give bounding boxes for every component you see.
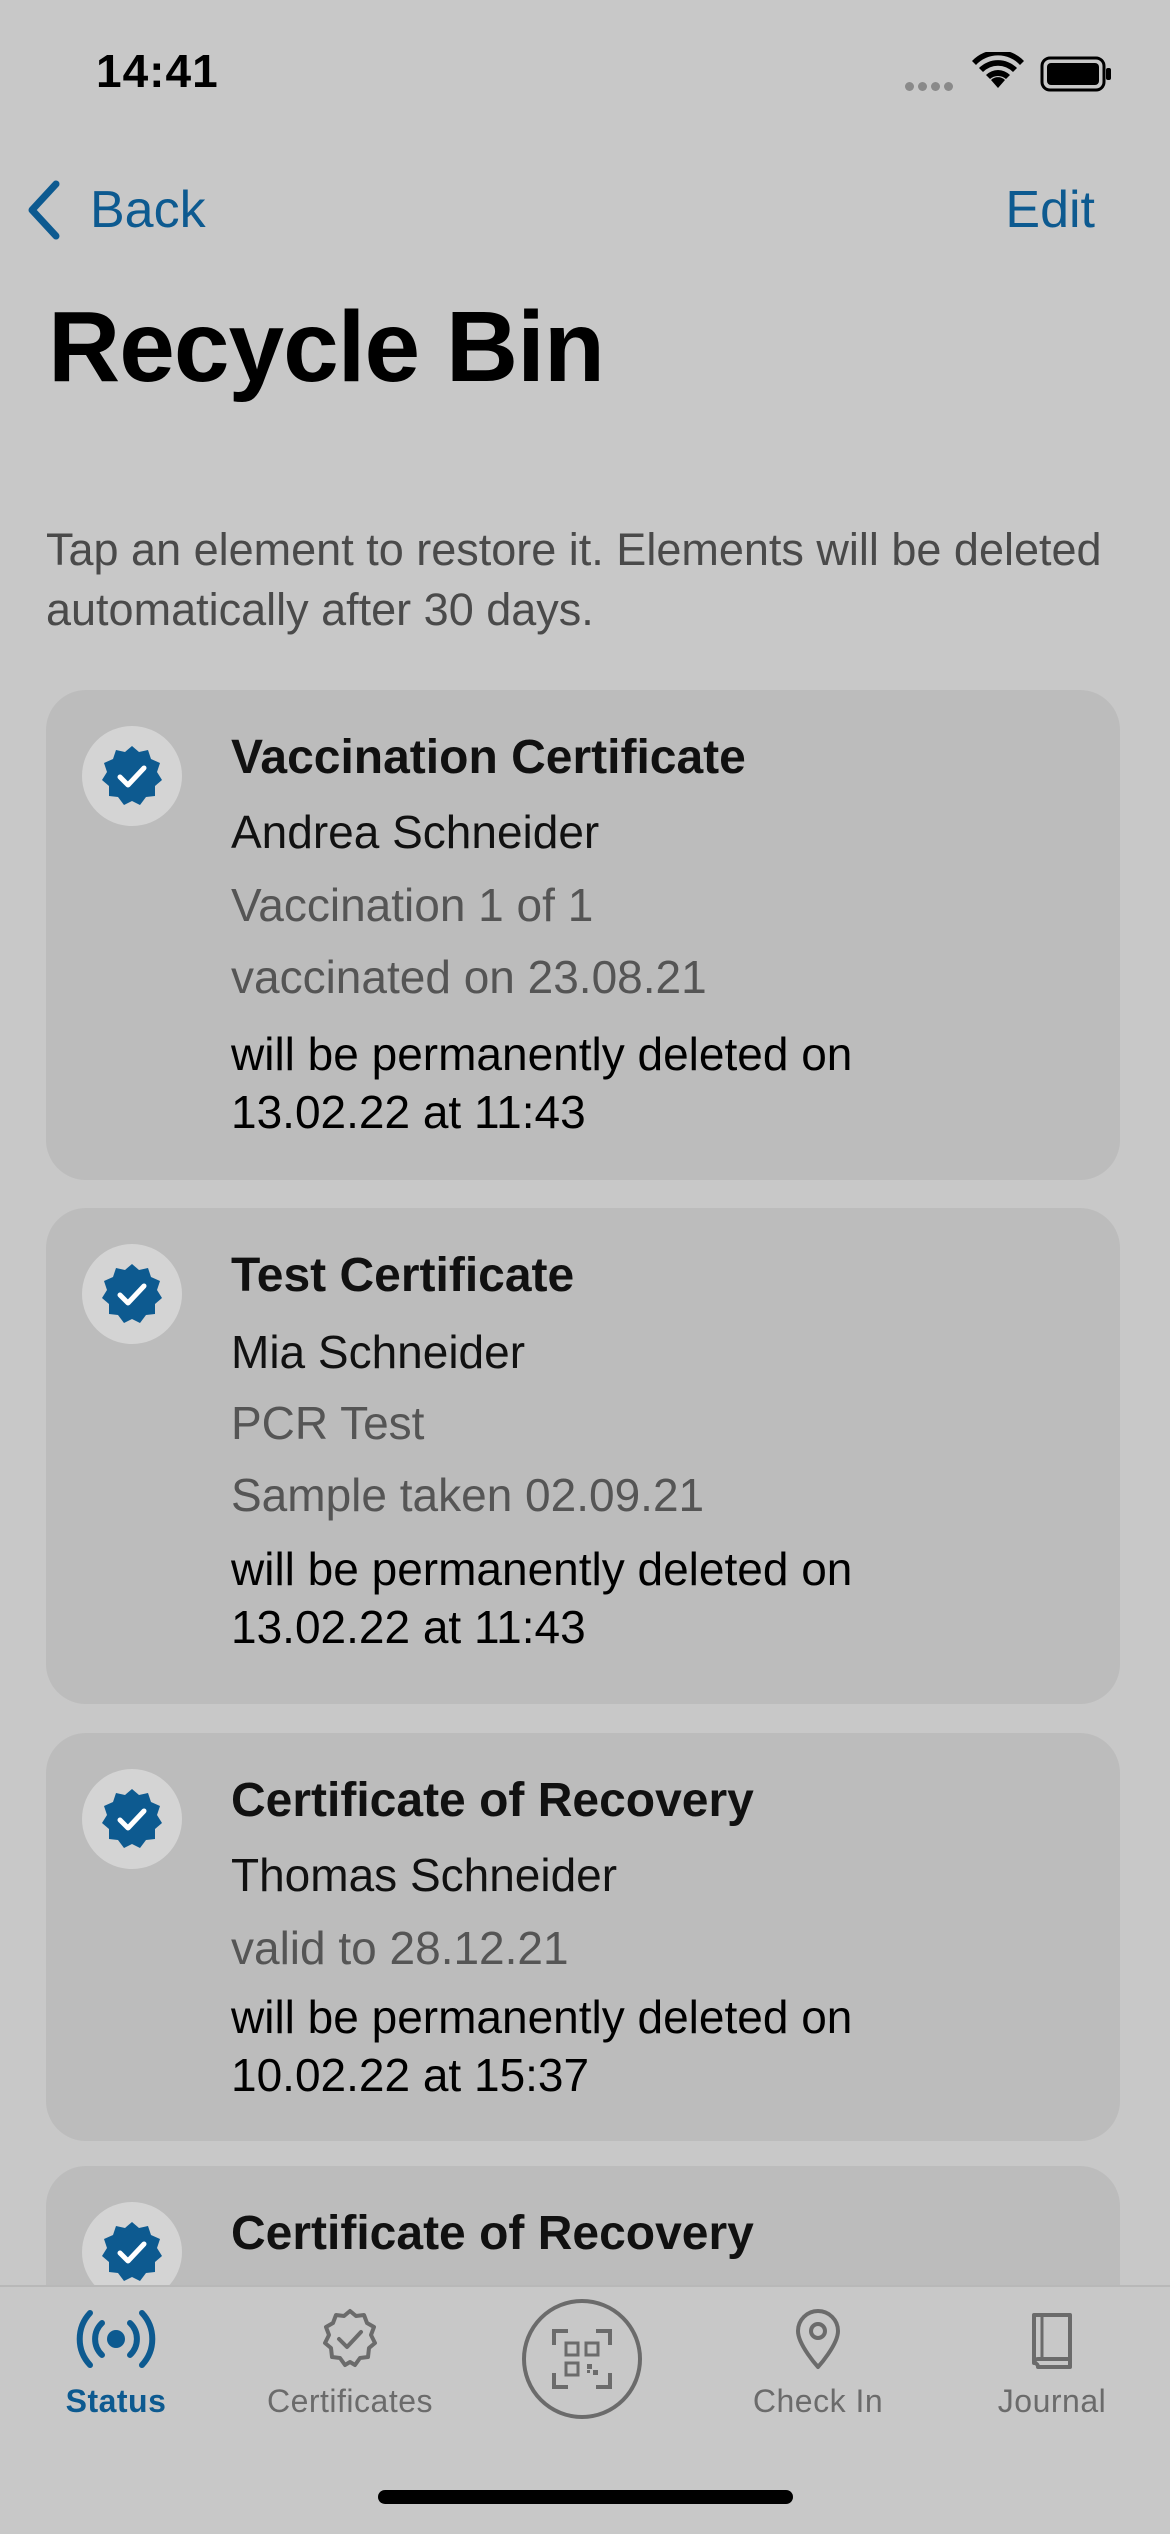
certificate-detail: PCR Test [231, 1397, 425, 1449]
deletion-date: 13.02.22 at 11:43 [231, 1086, 586, 1138]
tab-status-label: Status [65, 2383, 167, 2419]
map-pin-icon [796, 2309, 840, 2369]
battery-icon [1040, 56, 1112, 92]
deletion-notice: will be permanently deleted on 13.02.22 … [231, 1540, 1091, 1656]
status-time: 14:41 [96, 45, 219, 97]
deletion-date: 10.02.22 at 15:37 [231, 2049, 590, 2101]
certificate-type: Certificate of Recovery [231, 1774, 754, 1827]
tab-certificates-label: Certificates [266, 2383, 434, 2419]
tab-journal-label: Journal [997, 2383, 1107, 2419]
deletion-notice: will be permanently deleted on 13.02.22 … [231, 1025, 1091, 1141]
scan-button[interactable] [522, 2299, 642, 2419]
broadcast-icon [76, 2310, 156, 2368]
certificate-type: Vaccination Certificate [231, 731, 746, 784]
deletion-notice-line: will be permanently deleted on [231, 1028, 853, 1080]
tab-check-in[interactable]: Check In [718, 2307, 918, 2457]
verified-badge-icon [82, 1769, 182, 1869]
holder-name: Mia Schneider [231, 1326, 526, 1378]
certificate-validity: valid to 28.12.21 [231, 1922, 569, 1974]
chevron-left-icon [28, 180, 60, 240]
certificate-type: Test Certificate [231, 1249, 575, 1302]
deleted-certificate-card[interactable]: Test Certificate Mia Schneider PCR Test … [46, 1208, 1120, 1704]
tab-journal[interactable]: Journal [952, 2307, 1152, 2457]
deleted-certificate-card[interactable]: Vaccination Certificate Andrea Schneider… [46, 690, 1120, 1180]
verified-badge-icon [82, 1244, 182, 1344]
verified-badge-icon [82, 726, 182, 826]
book-icon [1032, 2313, 1072, 2369]
deletion-notice-line: will be permanently deleted on [231, 1991, 853, 2043]
qr-code-scan-icon [552, 2329, 612, 2389]
holder-name: Thomas Schneider [231, 1849, 618, 1901]
back-button[interactable]: Back [26, 175, 206, 245]
deletion-notice: will be permanently deleted on 10.02.22 … [231, 1988, 1091, 2104]
cellular-signal-icon [905, 78, 961, 92]
page-title: Recycle Bin [48, 291, 605, 403]
home-indicator [378, 2490, 793, 2504]
deleted-certificate-card[interactable]: Certificate of Recovery Thomas Schneider… [46, 1733, 1120, 2141]
wifi-icon [972, 49, 1024, 97]
back-label: Back [90, 181, 206, 239]
status-bar: 14:41 [0, 0, 1170, 150]
tab-certificates[interactable]: Certificates [250, 2307, 450, 2457]
deletion-date: 13.02.22 at 11:43 [231, 1601, 586, 1653]
holder-name: Andrea Schneider [231, 806, 600, 858]
certificate-date: Sample taken 02.09.21 [231, 1469, 705, 1521]
deletion-notice-line: will be permanently deleted on [231, 1543, 853, 1595]
certificate-type: Certificate of Recovery [231, 2207, 754, 2260]
edit-button[interactable]: Edit [1005, 175, 1095, 245]
badge-check-outline-icon [323, 2309, 377, 2367]
intro-text: Tap an element to restore it. Elements w… [46, 524, 1102, 635]
certificate-date: vaccinated on 23.08.21 [231, 951, 707, 1003]
tab-status[interactable]: Status [16, 2307, 216, 2457]
tab-check-in-label: Check In [752, 2383, 884, 2419]
certificate-detail: Vaccination 1 of 1 [231, 879, 594, 931]
